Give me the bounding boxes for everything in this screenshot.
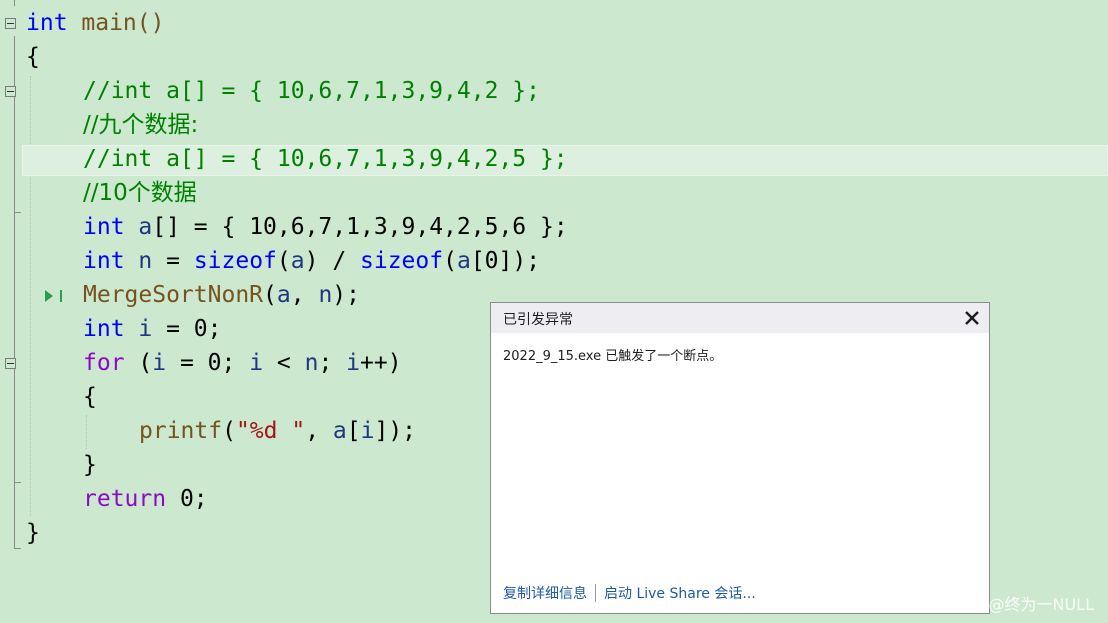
variable: a [138, 214, 153, 240]
code-line-11[interactable]: for (i = 0; i < n; i++) [83, 346, 402, 380]
variable: a [332, 418, 347, 444]
watermark: CSDN @终为一NULL [937, 595, 1094, 614]
code-text: ( [263, 282, 277, 308]
fold-line-main [14, 36, 15, 548]
variable: n [138, 248, 153, 274]
code-text: ( [443, 248, 457, 274]
fold-end-for [14, 482, 21, 483]
indent-guide [86, 415, 87, 449]
fold-end-main [14, 548, 21, 549]
current-statement-arrow-icon [45, 290, 62, 302]
code-line-5[interactable]: //int a[] = { 10,6,7,1,3,9,4,2,5 }; [83, 142, 568, 176]
variable: i [138, 316, 153, 342]
variable: n [318, 282, 333, 308]
code-text: [] = { 10,6,7,1,3,9,4,2,5,6 }; [152, 214, 568, 240]
code-text: ) / [304, 248, 361, 274]
string-literal: "%d " [235, 418, 306, 444]
code-text: ( [276, 248, 291, 274]
code-text: = 0; [166, 350, 250, 376]
function-name: printf [139, 418, 223, 444]
collapse-main-icon[interactable] [5, 18, 16, 29]
indent-guide [30, 76, 31, 516]
keyword: int [26, 10, 68, 36]
code-text: ++) [360, 350, 402, 376]
code-text: ]); [374, 418, 417, 444]
code-text: , [305, 418, 333, 444]
exception-message: 2022_9_15.exe 已触发了一个断点。 [503, 349, 723, 364]
comment-text: //10个数据 [83, 180, 197, 206]
code-text: ; [318, 350, 347, 376]
keyword: return [83, 486, 167, 512]
code-text: 0; [166, 486, 208, 512]
function-name: MergeSortNonR [83, 282, 264, 308]
code-line-8[interactable]: int n = sizeof(a) / sizeof(a[0]); [83, 244, 540, 278]
keyword: int [83, 316, 125, 342]
function-name: main() [67, 10, 165, 36]
code-line-7[interactable]: int a[] = { 10,6,7,1,3,9,4,2,5,6 }; [83, 210, 568, 244]
code-line-4[interactable]: //九个数据: [83, 108, 198, 142]
comment-text: //九个数据: [83, 112, 199, 138]
variable: i [152, 350, 167, 376]
collapse-for-icon[interactable] [5, 358, 16, 369]
variable: i [360, 418, 375, 444]
popup-header: 已引发异常 [491, 303, 989, 333]
start-live-share-link[interactable]: 启动 Live Share 会话... [604, 583, 756, 603]
collapse-comment-icon[interactable] [5, 86, 16, 97]
popup-footer: 复制详细信息 启动 Live Share 会话... [503, 583, 756, 603]
code-line-14[interactable]: } [83, 448, 97, 482]
fold-line [14, 0, 15, 6]
code-line-6[interactable]: //10个数据 [83, 176, 197, 210]
code-text: ( [124, 350, 153, 376]
code-line-9[interactable]: MergeSortNonR(a, n); [83, 278, 360, 312]
exception-popup[interactable]: 已引发异常 2022_9_15.exe 已触发了一个断点。 复制详细信息 启动 … [490, 302, 990, 614]
code-line-1[interactable]: int main() [26, 6, 164, 40]
code-text: = 0; [152, 316, 222, 342]
code-line-15[interactable]: return 0; [83, 482, 208, 516]
code-line-12[interactable]: { [83, 380, 97, 414]
code-text: < [263, 350, 305, 376]
code-line-10[interactable]: int i = 0; [83, 312, 222, 346]
code-line-2[interactable]: { [26, 40, 40, 74]
code-line-3[interactable]: //int a[] = { 10,6,7,1,3,9,4,2 }; [83, 74, 540, 108]
variable: i [346, 350, 361, 376]
close-icon[interactable] [961, 307, 983, 329]
variable: a [290, 248, 305, 274]
code-text: ); [332, 282, 360, 308]
variable: n [304, 350, 319, 376]
variable: a [276, 282, 291, 308]
code-text: = [152, 248, 194, 274]
code-line-16[interactable]: } [26, 516, 40, 550]
code-text: [0]); [470, 248, 541, 274]
keyword: int [83, 214, 125, 240]
code-text: , [290, 282, 319, 308]
keyword: for [83, 350, 125, 376]
keyword: int [83, 248, 125, 274]
link-separator [595, 584, 596, 602]
keyword: sizeof [193, 248, 277, 274]
variable: a [456, 248, 471, 274]
code-text: ( [222, 418, 236, 444]
code-text: [ [346, 418, 361, 444]
popup-title: 已引发异常 [503, 312, 573, 328]
code-line-13[interactable]: printf("%d ", a[i]); [139, 414, 416, 448]
fold-end-comment [14, 212, 21, 213]
variable: i [249, 350, 264, 376]
keyword: sizeof [360, 248, 444, 274]
copy-details-link[interactable]: 复制详细信息 [503, 583, 587, 603]
